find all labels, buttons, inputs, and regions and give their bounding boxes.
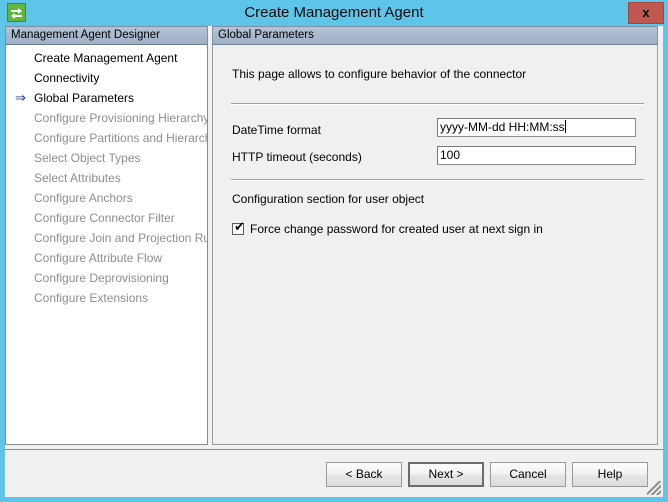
http-timeout-input[interactable]: 100 [437,146,636,165]
force-change-password-checkbox-row[interactable]: ✔ Force change password for created user … [232,222,543,238]
sidebar-item-3[interactable]: Configure Provisioning Hierarchy [6,108,207,128]
sidebar-item-6[interactable]: Select Attributes [6,168,207,188]
datetime-format-input[interactable]: yyyy-MM-dd HH:MM:ss [437,118,636,137]
next-button[interactable]: Next > [408,462,484,487]
back-button[interactable]: < Back [326,462,402,487]
resize-grip[interactable] [647,481,661,495]
sidebar-item-7[interactable]: Configure Anchors [6,188,207,208]
sidebar-item-1[interactable]: Connectivity [6,68,207,88]
sidebar-item-label: Configure Extensions [34,291,148,305]
sidebar-item-label: Global Parameters [34,91,134,105]
sidebar-item-label: Select Attributes [34,171,121,185]
close-button[interactable]: x [628,2,664,24]
sidebar-item-8[interactable]: Configure Connector Filter [6,208,207,228]
sidebar-item-11[interactable]: Configure Deprovisioning [6,268,207,288]
current-step-arrow-icon: ⇒ [15,88,31,108]
datetime-format-label: DateTime format [232,121,321,139]
sidebar-item-10[interactable]: Configure Attribute Flow [6,248,207,268]
sidebar-item-label: Connectivity [34,71,99,85]
sidebar-item-label: Configure Attribute Flow [34,251,162,265]
force-change-password-label: Force change password for created user a… [250,222,543,236]
wizard-steps-sidebar: Management Agent Designer Create Managem… [5,26,208,445]
dialog-window: Create Management Agent x Management Age… [0,0,668,502]
dialog-footer: < Back Next > Cancel Help [5,450,663,497]
sidebar-item-0[interactable]: Create Management Agent [6,48,207,68]
section-divider-bottom [231,179,644,180]
title-bar: Create Management Agent x [0,0,668,26]
sidebar-item-5[interactable]: Select Object Types [6,148,207,168]
sidebar-item-label: Configure Provisioning Hierarchy [34,111,208,125]
sidebar-item-label: Configure Join and Projection Rules [34,231,208,245]
content-panel: Global Parameters This page allows to co… [212,26,663,445]
sidebar-item-label: Configure Connector Filter [34,211,175,225]
panel-intro-text: This page allows to configure behavior o… [232,67,526,81]
cancel-button[interactable]: Cancel [490,462,566,487]
panel-body: This page allows to configure behavior o… [212,45,658,445]
sidebar-item-label: Select Object Types [34,151,141,165]
panel-header: Global Parameters [212,26,658,45]
sidebar-item-9[interactable]: Configure Join and Projection Rules [6,228,207,248]
sidebar-item-4[interactable]: Configure Partitions and Hierarchies [6,128,207,148]
client-area: Management Agent Designer Create Managem… [5,26,663,497]
check-mark-icon: ✔ [234,221,245,234]
sidebar-item-2[interactable]: ⇒Global Parameters [6,88,207,108]
sidebar-item-label: Configure Partitions and Hierarchies [34,131,208,145]
help-button[interactable]: Help [572,462,648,487]
sidebar-item-label: Configure Deprovisioning [34,271,169,285]
http-timeout-label: HTTP timeout (seconds) [232,148,362,166]
section-divider-top [231,103,644,104]
sidebar-item-12[interactable]: Configure Extensions [6,288,207,308]
window-title: Create Management Agent [0,2,668,24]
user-object-section-title: Configuration section for user object [232,192,424,206]
sidebar-header: Management Agent Designer [5,26,208,45]
datetime-format-value: yyyy-MM-dd HH:MM:ss [440,120,565,134]
sidebar-step-list[interactable]: Create Management AgentConnectivity⇒Glob… [5,45,208,445]
text-caret [565,120,566,133]
sidebar-item-label: Create Management Agent [34,51,177,65]
checkbox-box[interactable]: ✔ [232,223,244,235]
sidebar-item-label: Configure Anchors [34,191,133,205]
